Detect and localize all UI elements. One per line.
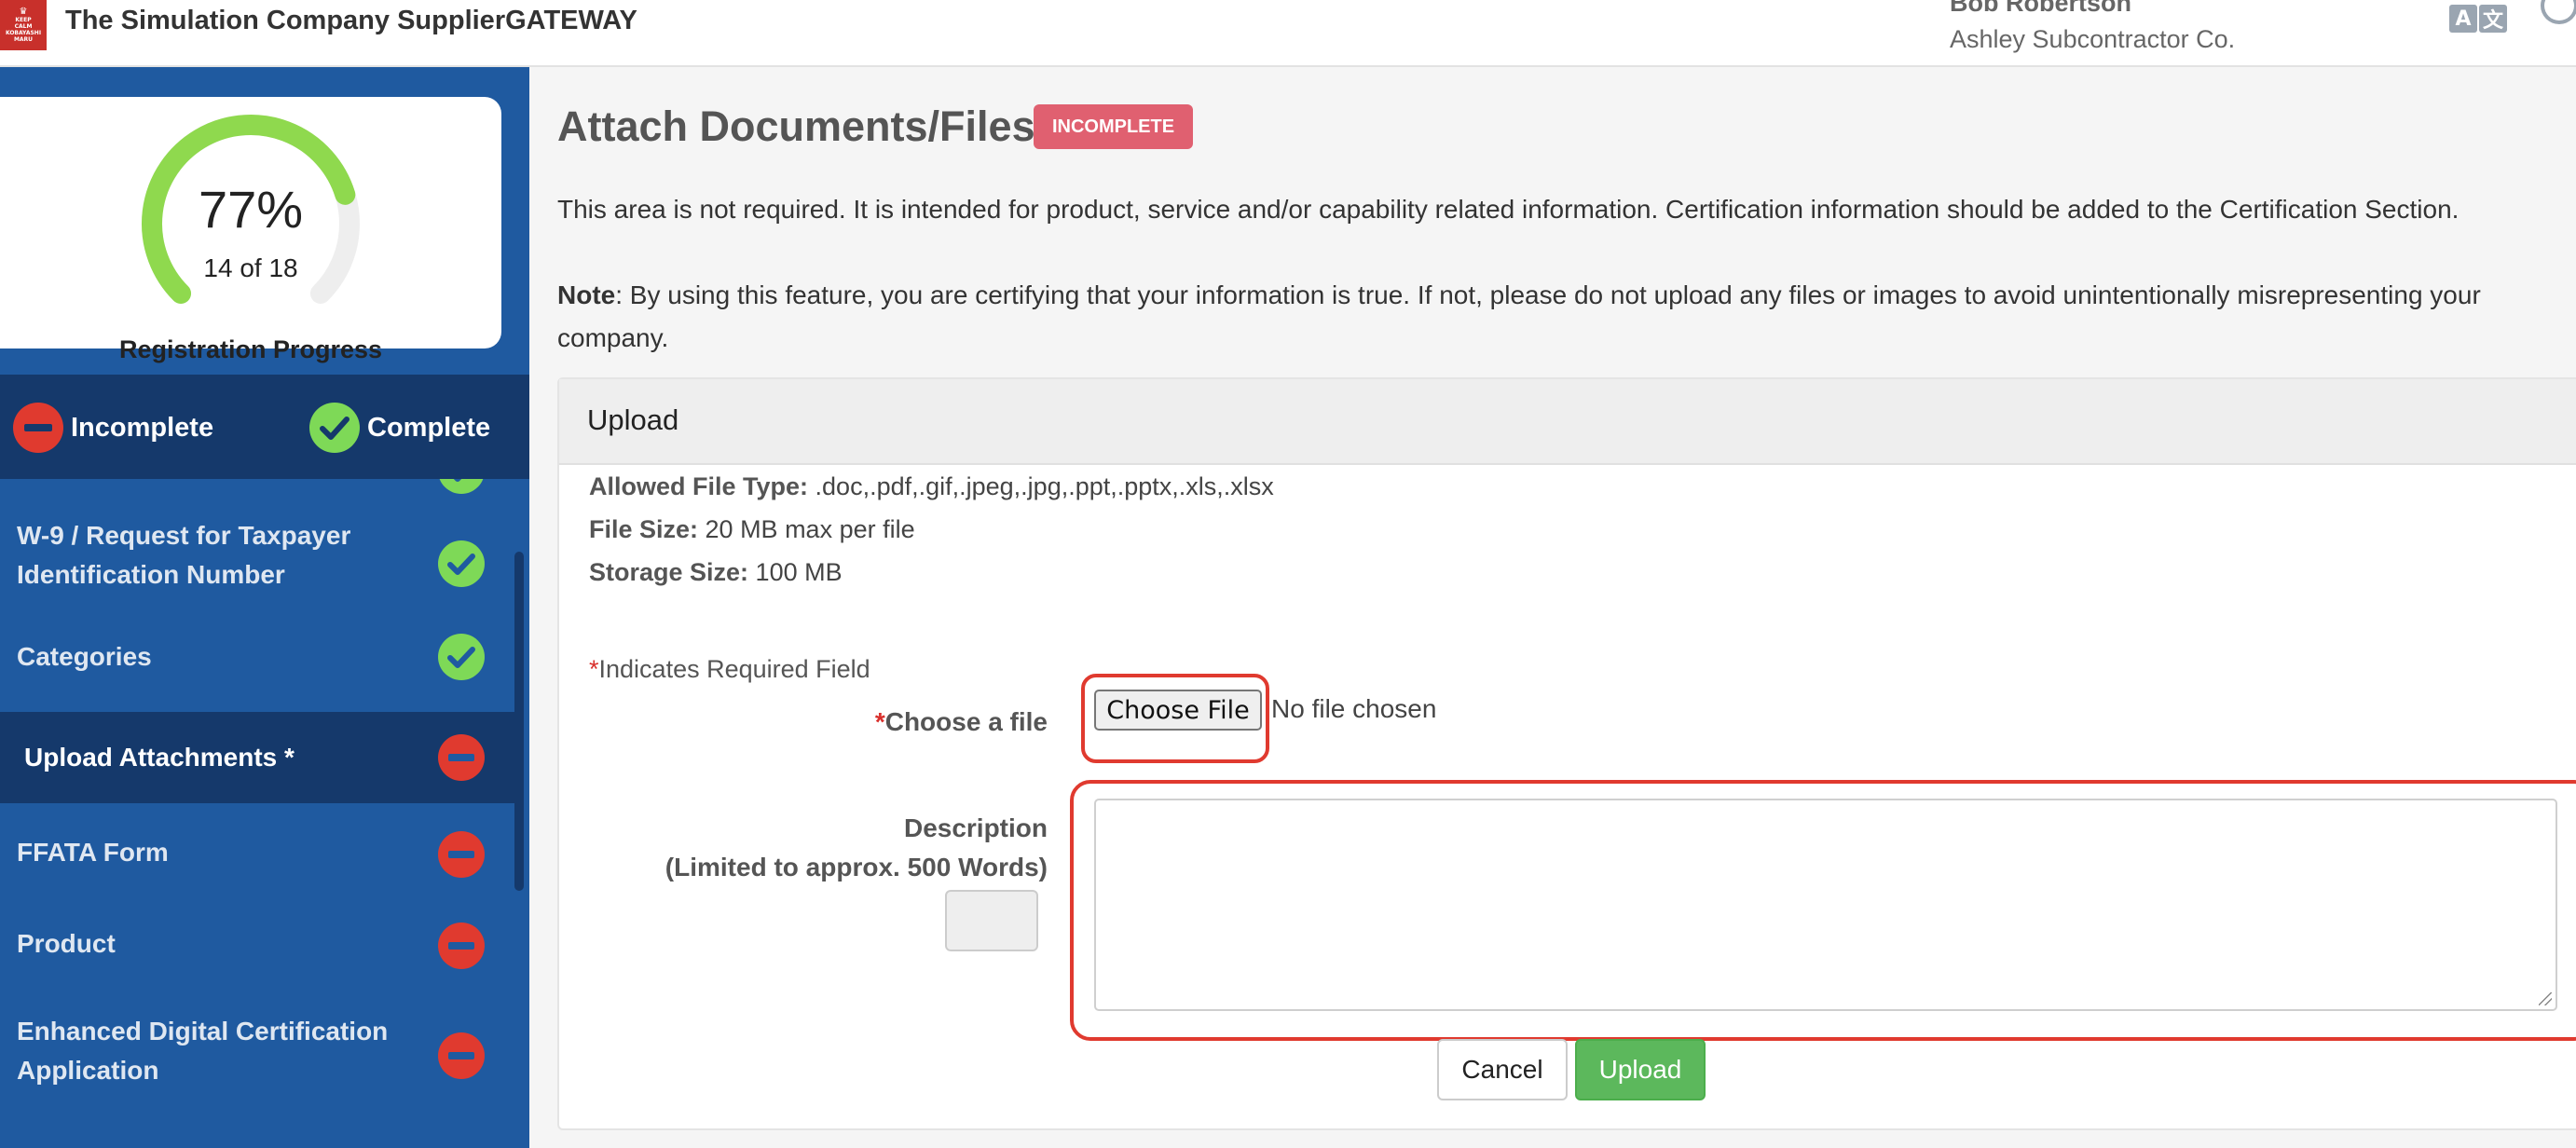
file-size-label: File Size: [589,515,699,543]
progress-count: 14 of 18 [203,253,298,282]
sidebar-item-label: Enhanced Digital Certification [17,1017,389,1046]
sidebar-item-label: Upload Attachments * [24,743,295,772]
sidebar-item-label: W-9 / Request for Taxpayer [17,521,351,550]
note-label: Note [557,280,616,309]
minus-circle-icon [438,922,485,969]
file-size-value: 20 MB max per file [698,515,915,543]
sidebar-item-enhanced-certification[interactable]: Enhanced Digital Certification Applicati… [0,1001,514,1103]
logo-line-2: CALM [14,23,33,30]
translate-icon[interactable]: A 文 [2449,5,2509,34]
note-body: : By using this feature, you are certify… [557,280,2481,352]
sidebar-item-product[interactable]: Product [0,913,514,978]
legend-incomplete: Incomplete [13,403,213,453]
check-circle-icon [438,634,485,680]
progress-percent: 77% [198,180,304,239]
company-logo[interactable]: ♛ KEEP CALM KOBAYASHI MARU [0,0,47,50]
progress-card: 77% 14 of 18 Registration Progress [0,97,501,363]
choose-file-label: *Choose a file [488,707,1048,737]
upload-button[interactable]: Upload [1575,1039,1706,1100]
translate-glyph-b: 文 [2479,5,2507,33]
description-textarea[interactable] [1094,799,2557,1011]
allowed-file-types: Allowed File Type: .doc,.pdf,.gif,.jpeg,… [589,472,1274,501]
required-field-note: *Indicates Required Field [589,655,870,684]
sidebar-item-previous[interactable] [0,479,514,498]
translate-glyph-a: A [2449,5,2477,33]
sidebar-item-label: Product [17,929,116,958]
logo-line-4: MARU [13,36,34,43]
note-text: Note: By using this feature, you are cer… [557,274,2542,360]
minus-circle-icon [438,734,485,781]
description-limit: (Limited to approx. 500 Words) [665,853,1048,882]
minus-circle-icon [13,403,63,453]
app-title: The Simulation Company SupplierGATEWAY [65,6,637,35]
check-circle-icon [438,479,485,494]
storage-size-value: 100 MB [748,558,843,586]
check-circle-icon [309,403,360,453]
sidebar-item-w9[interactable]: W-9 / Request for Taxpayer Identificatio… [0,507,514,604]
allowed-file-types-value: .doc,.pdf,.gif,.jpeg,.jpg,.ppt,.pptx,.xl… [808,472,1274,500]
required-note-text: Indicates Required Field [598,655,870,683]
choose-file-button[interactable]: Choose File [1094,690,1262,731]
cancel-button[interactable]: Cancel [1437,1039,1568,1100]
user-name[interactable]: Bob Robertson [1950,0,2131,18]
sidebar-item-ffata[interactable]: FFATA Form [0,822,514,887]
legend-complete-label: Complete [367,412,491,443]
description-label: Description [903,813,1048,842]
sidebar: 77% 14 of 18 Registration Progress Incom… [0,67,529,1148]
sidebar-item-label: Identification Number [17,560,285,589]
crown-icon: ♛ [19,7,28,17]
legend-incomplete-label: Incomplete [71,412,214,443]
upload-panel-title: Upload [587,403,679,436]
status-badge: INCOMPLETE [1034,104,1193,149]
top-header: ♛ KEEP CALM KOBAYASHI MARU The Simulatio… [0,0,2576,67]
check-circle-icon [438,540,485,587]
file-size-limit: File Size: 20 MB max per file [589,515,915,544]
power-icon[interactable] [2541,0,2576,24]
allowed-file-types-label: Allowed File Type: [589,472,809,500]
logo-line-3: KOBAYASHI [5,30,42,36]
sidebar-item-label: FFATA Form [17,838,169,867]
intro-text: This area is not required. It is intende… [557,195,2460,224]
sidebar-item-label: Application [17,1056,159,1085]
legend-complete: Complete [309,403,490,453]
sidebar-nav: W-9 / Request for Taxpayer Identificatio… [0,479,529,1148]
logo-line-1: KEEP [15,17,32,23]
progress-title: Registration Progress [118,335,383,363]
required-star: * [589,655,599,683]
storage-size-label: Storage Size: [589,558,749,586]
status-legend: Incomplete Complete [0,375,529,479]
resize-handle-icon[interactable] [2539,992,2552,1005]
sidebar-item-categories[interactable]: Categories [0,624,514,690]
upload-panel: Upload Allowed File Type: .doc,.pdf,.gif… [557,377,2576,1130]
minus-circle-icon [438,831,485,878]
minus-circle-icon [438,1032,485,1079]
required-star: * [874,707,885,736]
word-counter [945,890,1038,951]
file-status-text: No file chosen [1271,694,1437,723]
user-company: Ashley Subcontractor Co. [1950,25,2236,53]
sidebar-item-upload-attachments[interactable]: Upload Attachments * [0,712,514,803]
storage-size: Storage Size: 100 MB [589,558,843,587]
upload-panel-header: Upload [559,379,2576,465]
choose-file-label-text: Choose a file [884,707,1048,736]
page-title: Attach Documents/Files [557,102,1035,150]
sidebar-item-label: Categories [17,642,152,671]
